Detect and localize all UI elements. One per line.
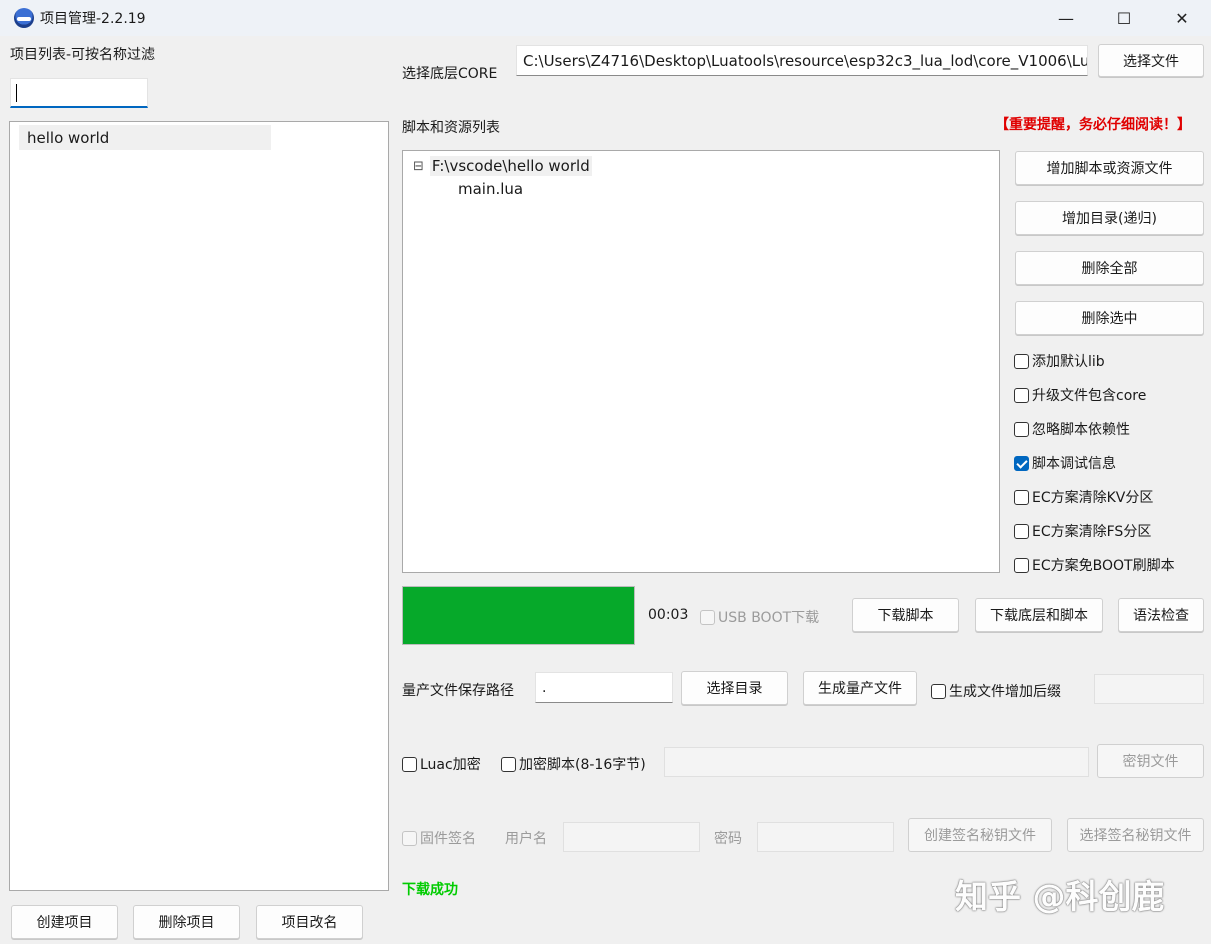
add-directory-button[interactable]: 增加目录(递归) xyxy=(1015,201,1204,235)
option-include-core[interactable]: 升级文件包含core xyxy=(1014,385,1146,405)
option-no-boot[interactable]: EC方案免BOOT刷脚本 xyxy=(1014,555,1175,575)
checkbox[interactable] xyxy=(1014,353,1029,369)
add-file-button[interactable]: 增加脚本或资源文件 xyxy=(1015,151,1204,185)
syntax-check-button[interactable]: 语法检查 xyxy=(1118,598,1204,632)
minimize-button[interactable]: — xyxy=(1037,0,1095,36)
select-core-file-button[interactable]: 选择文件 xyxy=(1098,44,1204,77)
project-list-item[interactable]: hello world xyxy=(19,125,271,150)
project-list[interactable]: hello world xyxy=(9,121,389,891)
checkbox-checked[interactable] xyxy=(1014,455,1029,471)
delete-all-button[interactable]: 删除全部 xyxy=(1015,251,1204,285)
create-sign-key-button[interactable]: 创建签名秘钥文件 xyxy=(908,818,1052,852)
option-add-default-lib[interactable]: 添加默认lib xyxy=(1014,351,1105,371)
luac-encrypt-option[interactable]: Luac加密 xyxy=(402,754,481,774)
password-label: 密码 xyxy=(714,831,742,847)
create-project-button[interactable]: 创建项目 xyxy=(11,905,118,939)
core-label: 选择底层CORE xyxy=(402,66,498,82)
checkbox[interactable] xyxy=(1014,523,1029,539)
encrypt-script-option[interactable]: 加密脚本(8-16字节) xyxy=(501,754,646,774)
rename-project-button[interactable]: 项目改名 xyxy=(256,905,363,939)
suffix-input[interactable] xyxy=(1094,674,1204,704)
download-core-and-script-button[interactable]: 下载底层和脚本 xyxy=(975,598,1103,632)
checkbox[interactable] xyxy=(1014,489,1029,505)
script-tree[interactable]: ⊟ F:\vscode\hello world main.lua xyxy=(402,150,1000,573)
elapsed-time: 00:03 xyxy=(648,607,689,623)
close-button[interactable]: ✕ xyxy=(1153,0,1211,36)
password-input[interactable] xyxy=(757,822,894,852)
firmware-sign-option[interactable]: 固件签名 xyxy=(402,828,476,848)
select-sign-key-button[interactable]: 选择签名秘钥文件 xyxy=(1067,818,1204,852)
select-directory-button[interactable]: 选择目录 xyxy=(681,671,788,705)
tree-root-folder[interactable]: F:\vscode\hello world xyxy=(429,156,592,176)
download-status-text: 下载成功 xyxy=(402,882,458,898)
checkbox[interactable] xyxy=(402,830,417,846)
delete-selected-button[interactable]: 删除选中 xyxy=(1015,301,1204,335)
checkbox[interactable] xyxy=(402,756,417,772)
checkbox[interactable] xyxy=(1014,557,1029,573)
project-filter-input[interactable] xyxy=(10,78,148,108)
checkbox[interactable] xyxy=(1014,421,1029,437)
mass-path-input[interactable]: . xyxy=(535,672,673,703)
core-path-input[interactable]: C:\Users\Z4716\Desktop\Luatools\resource… xyxy=(516,45,1088,76)
generate-mass-file-button[interactable]: 生成量产文件 xyxy=(803,671,917,705)
delete-project-button[interactable]: 删除项目 xyxy=(133,905,240,939)
checkbox[interactable] xyxy=(700,609,715,625)
maximize-button[interactable]: ☐ xyxy=(1095,0,1153,36)
watermark: 知乎 @科创鹿 xyxy=(955,877,1165,916)
title-bar: 项目管理-2.2.19 — ☐ ✕ xyxy=(0,0,1211,36)
app-logo-icon xyxy=(14,8,34,28)
checkbox[interactable] xyxy=(931,683,946,699)
scripts-label: 脚本和资源列表 xyxy=(402,120,500,136)
tree-file-item[interactable]: main.lua xyxy=(458,180,523,198)
window-title: 项目管理-2.2.19 xyxy=(40,11,146,27)
option-ignore-deps[interactable]: 忽略脚本依赖性 xyxy=(1014,419,1130,439)
mass-path-label: 量产文件保存路径 xyxy=(402,683,514,699)
project-filter-label: 项目列表-可按名称过滤 xyxy=(10,47,156,63)
encryption-key-input[interactable] xyxy=(664,747,1089,777)
username-label: 用户名 xyxy=(505,831,547,847)
option-clear-fs[interactable]: EC方案清除FS分区 xyxy=(1014,521,1151,541)
text-caret xyxy=(16,84,17,102)
download-script-button[interactable]: 下载脚本 xyxy=(852,598,959,632)
collapse-icon[interactable]: ⊟ xyxy=(413,159,424,174)
checkbox[interactable] xyxy=(1014,387,1029,403)
download-progress-bar xyxy=(402,586,635,645)
checkbox[interactable] xyxy=(501,756,516,772)
tree-root-row[interactable]: ⊟ F:\vscode\hello world xyxy=(413,154,592,178)
usb-boot-option[interactable]: USB BOOT下载 xyxy=(700,607,819,627)
add-suffix-option[interactable]: 生成文件增加后缀 xyxy=(931,681,1061,701)
option-clear-kv[interactable]: EC方案清除KV分区 xyxy=(1014,487,1153,507)
option-debug-info[interactable]: 脚本调试信息 xyxy=(1014,453,1116,473)
key-file-button[interactable]: 密钥文件 xyxy=(1097,744,1204,778)
important-warning-link[interactable]: 【重要提醒，务必仔细阅读！】 xyxy=(995,114,1191,134)
username-input[interactable] xyxy=(563,822,700,852)
download-progress-fill xyxy=(403,587,634,644)
